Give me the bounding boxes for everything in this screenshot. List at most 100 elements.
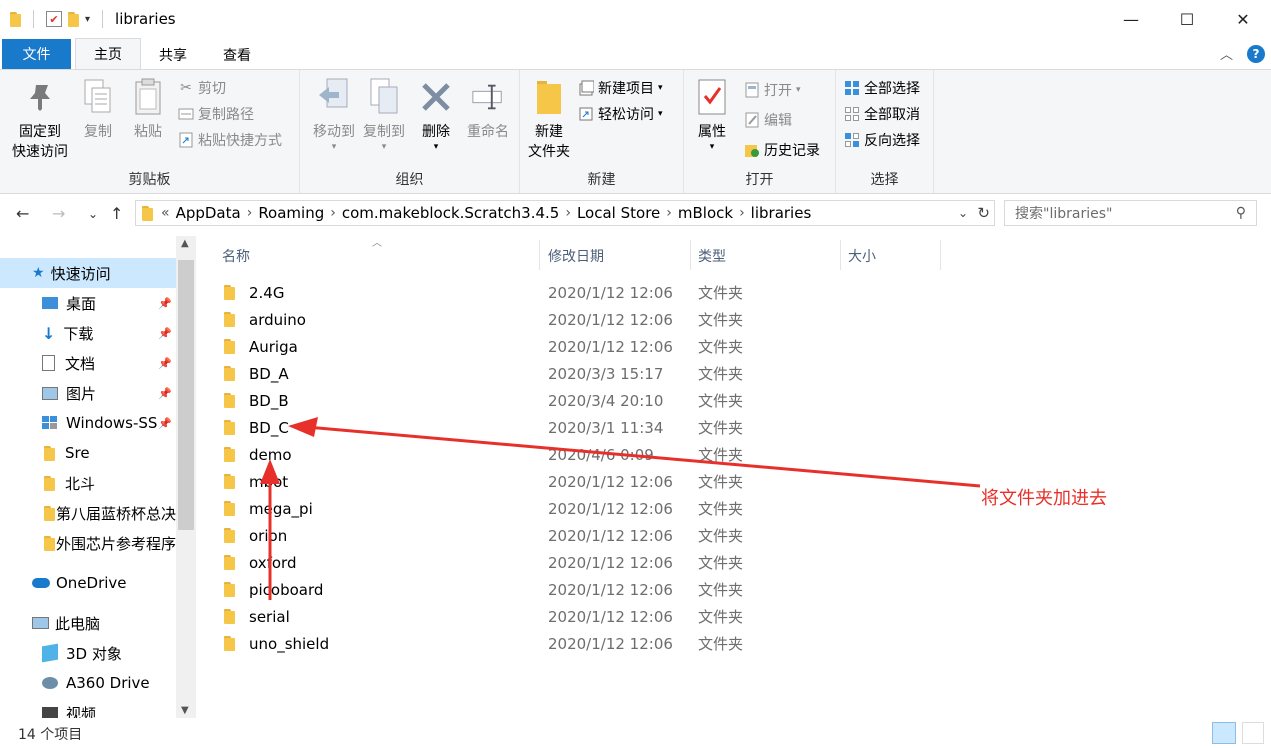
crumb-roaming[interactable]: Roaming [258,204,324,222]
address-field[interactable]: « AppData › Roaming › com.makeblock.Scra… [135,200,995,226]
close-button[interactable]: ✕ [1215,0,1271,38]
address-dropdown-icon[interactable]: ⌄ [958,206,968,220]
column-divider[interactable] [940,240,941,270]
crumb-scratch[interactable]: com.makeblock.Scratch3.4.5 [342,204,560,222]
table-row[interactable]: picoboard 2020/1/12 12:06 文件夹 [218,576,798,603]
nav-this-pc[interactable]: 此电脑 [0,608,176,638]
tab-home[interactable]: 主页 [75,38,141,69]
scrollbar-thumb[interactable] [178,260,194,530]
column-divider[interactable] [840,240,841,270]
pin-to-quick-access-button[interactable]: 固定到 快速访问 [8,76,72,162]
nav-sre[interactable]: Sre [0,438,176,468]
table-row[interactable]: BD_C 2020/3/1 11:34 文件夹 [218,414,798,441]
column-divider[interactable] [539,240,540,270]
large-icons-view-icon[interactable] [1242,722,1264,744]
table-row[interactable]: orion 2020/1/12 12:06 文件夹 [218,522,798,549]
nav-onedrive[interactable]: OneDrive [0,568,176,598]
forward-arrow-icon[interactable]: → [52,204,65,223]
tab-view[interactable]: 查看 [205,41,269,69]
nav-pictures[interactable]: 图片 📌 [0,378,176,408]
properties-button[interactable]: 属性 ▾ [692,76,732,152]
nav-peripheral[interactable]: 外围芯片参考程序 [0,528,176,558]
select-all-button[interactable]: 全部选择 [844,78,920,98]
paste-button[interactable]: 粘贴 [128,76,168,142]
nav-3d-objects[interactable]: 3D 对象 [0,638,176,668]
crumb-local-store[interactable]: Local Store [577,204,660,222]
pin-icon[interactable]: 📌 [158,387,172,400]
pin-icon[interactable]: 📌 [158,297,172,310]
table-row[interactable]: demo 2020/4/6 0:09 文件夹 [218,441,798,468]
chevron-up-icon[interactable]: ︿ [1220,44,1233,63]
nav-desktop[interactable]: 桌面 📌 [0,288,176,318]
cut-button[interactable]: ✂ 剪切 [178,78,226,98]
nav-a360[interactable]: A360 Drive [0,668,176,698]
back-arrow-icon[interactable]: ← [16,204,29,223]
copy-to-button[interactable]: 复制到 ▾ [356,76,412,152]
select-none-button[interactable]: 全部取消 [844,104,920,124]
open-button[interactable]: 打开 ▾ [744,80,801,100]
new-item-button[interactable]: 新建项目 ▾ [578,78,663,98]
pin-icon[interactable]: 📌 [158,357,172,370]
chevron-right-icon[interactable]: › [739,205,745,221]
pin-icon[interactable]: 📌 [158,417,172,430]
paste-shortcut-button[interactable]: 粘贴快捷方式 [178,130,282,150]
chevron-right-icon[interactable]: › [666,205,672,221]
pin-icon[interactable]: 📌 [158,327,172,340]
table-row[interactable]: mega_pi 2020/1/12 12:06 文件夹 [218,495,798,522]
help-icon[interactable]: ? [1247,44,1265,63]
copy-button[interactable]: 复制 [78,76,118,142]
column-header-name[interactable]: 名称 [222,246,250,266]
table-row[interactable]: uno_shield 2020/1/12 12:06 文件夹 [218,630,798,657]
tab-file[interactable]: 文件 [2,39,71,69]
maximize-button[interactable]: ☐ [1159,0,1215,38]
table-row[interactable]: oxford 2020/1/12 12:06 文件夹 [218,549,798,576]
table-row[interactable]: arduino 2020/1/12 12:06 文件夹 [218,306,798,333]
nav-videos[interactable]: 视频 [0,698,176,718]
crumb-appdata[interactable]: AppData [176,204,241,222]
sidebar-scrollbar[interactable]: ▲ ▼ [176,236,196,718]
properties-check-icon[interactable]: ✔ [46,11,62,27]
nav-windows-ss[interactable]: Windows-SS 📌 [0,408,176,438]
chevron-right-icon[interactable]: › [565,205,571,221]
new-folder-quick-icon[interactable] [68,11,79,27]
invert-selection-button[interactable]: 反向选择 [844,130,920,150]
scroll-up-icon[interactable]: ▲ [181,238,189,249]
history-button[interactable]: 历史记录 [744,140,820,160]
chevron-right-icon[interactable]: › [330,205,336,221]
column-header-size[interactable]: 大小 [848,246,876,266]
easy-access-button[interactable]: 轻松访问 ▾ [578,104,663,124]
table-row[interactable]: BD_B 2020/3/4 20:10 文件夹 [218,387,798,414]
nav-quick-access[interactable]: ★ 快速访问 [0,258,176,288]
table-row[interactable]: BD_A 2020/3/3 15:17 文件夹 [218,360,798,387]
recent-locations-chevron-icon[interactable]: ⌄ [88,207,98,221]
table-row[interactable]: Auriga 2020/1/12 12:06 文件夹 [218,333,798,360]
up-arrow-icon[interactable]: ↑ [110,204,123,223]
table-row[interactable]: mbot 2020/1/12 12:06 文件夹 [218,468,798,495]
table-row[interactable]: serial 2020/1/12 12:06 文件夹 [218,603,798,630]
move-to-button[interactable]: 移动到 ▾ [306,76,362,152]
refresh-icon[interactable]: ↻ [977,204,990,222]
copy-path-button[interactable]: 复制路径 [178,104,254,124]
nav-downloads[interactable]: ↓ 下载 📌 [0,318,176,348]
crumb-libraries[interactable]: libraries [751,204,812,222]
crumb-mblock[interactable]: mBlock [678,204,733,222]
nav-lanqiao[interactable]: 第八届蓝桥杯总决 [0,498,176,528]
nav-documents[interactable]: 文档 📌 [0,348,176,378]
scroll-down-icon[interactable]: ▼ [181,705,189,716]
details-view-icon[interactable] [1212,722,1236,744]
overflow-crumb[interactable]: « [161,205,170,221]
edit-button[interactable]: 编辑 [744,110,792,130]
nav-beidou[interactable]: 北斗 [0,468,176,498]
new-folder-button[interactable]: 新建 文件夹 [526,76,572,162]
rename-button[interactable]: 重命名 [462,76,514,142]
customize-toolbar-icon[interactable]: ▾ [85,14,90,25]
tab-share[interactable]: 共享 [141,41,205,69]
column-divider[interactable] [690,240,691,270]
table-row[interactable]: 2.4G 2020/1/12 12:06 文件夹 [218,279,798,306]
chevron-right-icon[interactable]: › [247,205,253,221]
search-input[interactable]: 搜索"libraries" ⚲ [1004,200,1257,226]
column-header-type[interactable]: 类型 [698,246,726,266]
minimize-button[interactable]: — [1103,0,1159,38]
column-header-date[interactable]: 修改日期 [548,246,604,266]
delete-button[interactable]: 删除 ▾ [416,76,456,152]
